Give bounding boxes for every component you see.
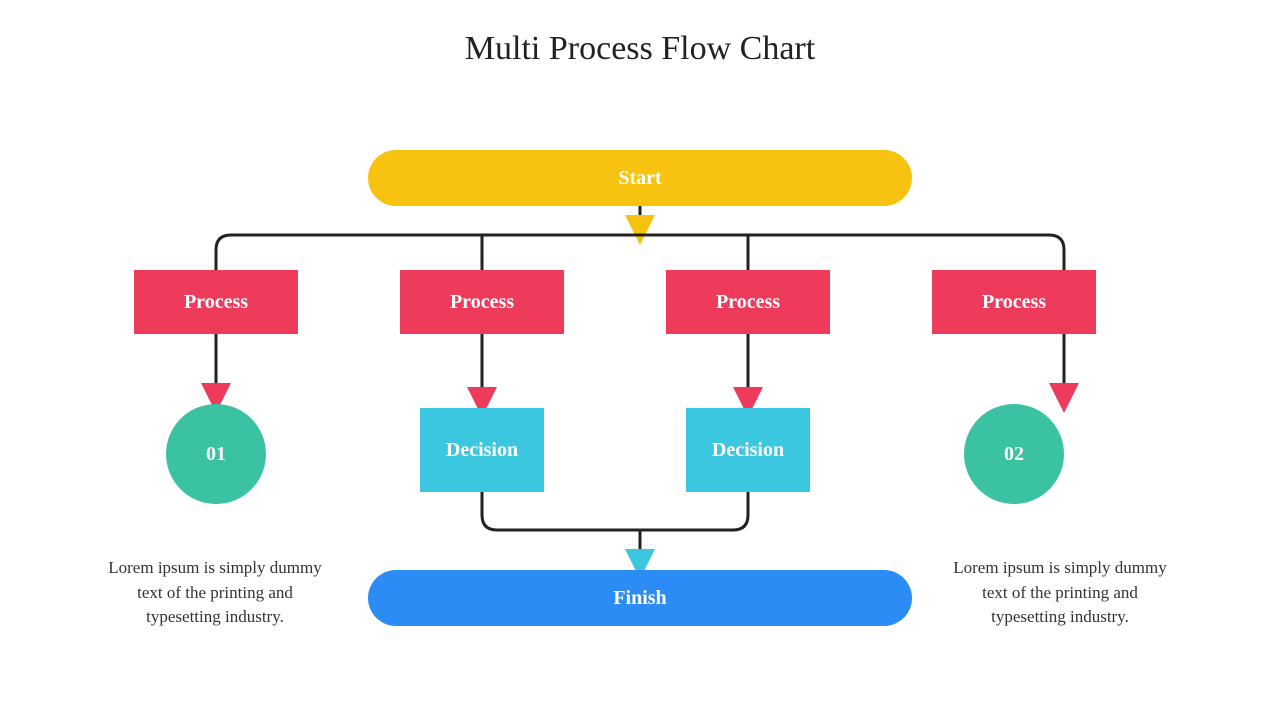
circle-02: 02	[964, 404, 1064, 504]
flowchart-stage: Multi Process Flow Chart	[0, 0, 1280, 720]
start-node: Start	[368, 150, 912, 206]
caption-left: Lorem ipsum is simply dummy text of the …	[100, 556, 330, 630]
decision-2: Decision	[686, 408, 810, 492]
caption-right: Lorem ipsum is simply dummy text of the …	[945, 556, 1175, 630]
process-1: Process	[134, 270, 298, 334]
circle-01: 01	[166, 404, 266, 504]
finish-node: Finish	[368, 570, 912, 626]
page-title: Multi Process Flow Chart	[0, 30, 1280, 68]
process-2: Process	[400, 270, 564, 334]
process-4: Process	[932, 270, 1096, 334]
decision-1: Decision	[420, 408, 544, 492]
process-3: Process	[666, 270, 830, 334]
